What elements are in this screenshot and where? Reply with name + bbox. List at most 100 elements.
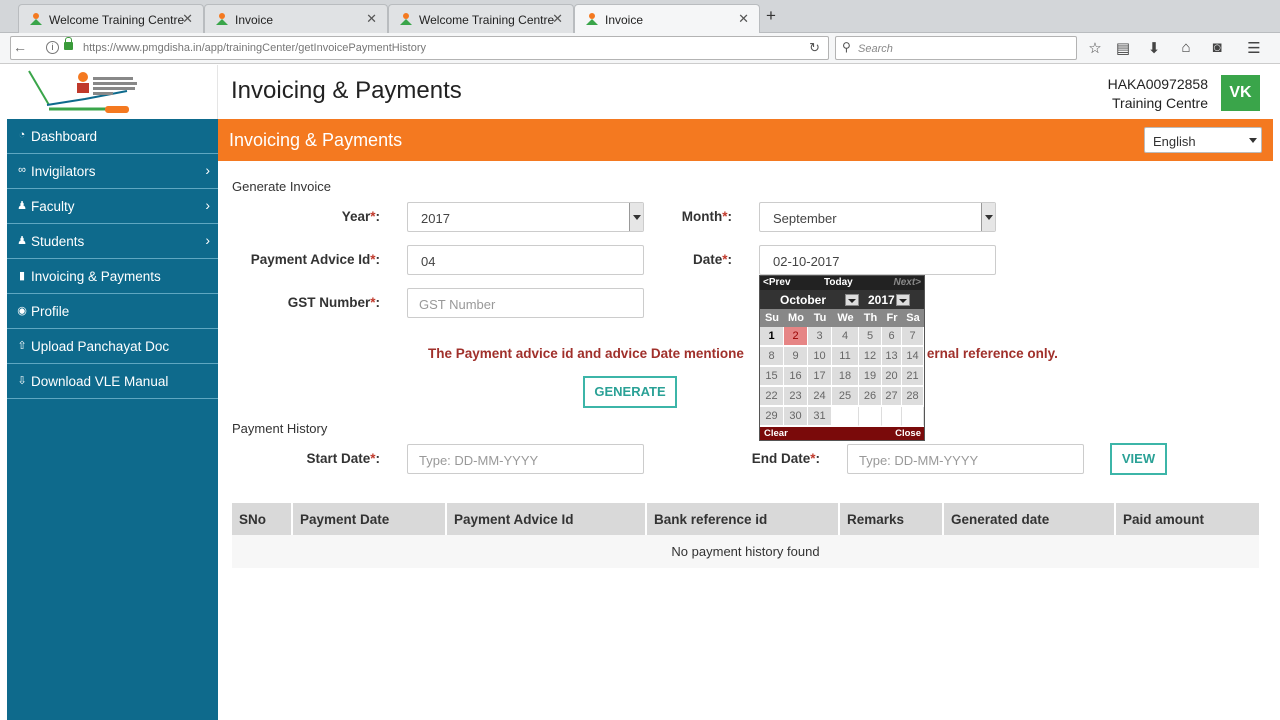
- start-date-input[interactable]: Type: DD-MM-YYYY: [407, 444, 644, 474]
- search-icon: ⚲: [842, 40, 851, 54]
- gst-number-label: GST Number*:: [287, 295, 380, 310]
- view-button[interactable]: VIEW: [1110, 443, 1167, 475]
- payment-advice-id-input[interactable]: 04: [407, 245, 644, 275]
- column-header[interactable]: Remarks: [840, 503, 944, 535]
- reading-list-icon[interactable]: ▤: [1113, 39, 1133, 57]
- sidebar-item-invigilators[interactable]: ∞ Invigilators ›: [7, 154, 218, 189]
- menu-icon[interactable]: ☰: [1244, 39, 1264, 57]
- calendar-day[interactable]: 3: [808, 327, 832, 346]
- download-arrow-icon[interactable]: ⬇: [1144, 39, 1164, 57]
- calendar-day[interactable]: 30: [784, 407, 808, 426]
- language-select[interactable]: English: [1144, 127, 1262, 153]
- gst-number-input[interactable]: GST Number: [407, 288, 644, 318]
- dropdown-arrow-icon[interactable]: [981, 203, 995, 231]
- browser-tab-active[interactable]: Invoice ✕: [574, 4, 760, 34]
- close-tab-icon[interactable]: ✕: [182, 11, 193, 27]
- calendar-day[interactable]: 6: [882, 327, 902, 346]
- clear-date-button[interactable]: Clear: [764, 428, 788, 439]
- sidebar-item-invoicing-payments[interactable]: ▮ Invoicing & Payments: [7, 259, 218, 294]
- calendar-day[interactable]: 1: [760, 327, 784, 346]
- calendar-day[interactable]: 9: [784, 347, 808, 366]
- column-header[interactable]: Paid amount: [1116, 503, 1259, 535]
- calendar-day[interactable]: 31: [808, 407, 832, 426]
- calendar-day[interactable]: 12: [859, 347, 882, 366]
- year-dropdown[interactable]: 2017: [868, 293, 895, 307]
- end-date-input[interactable]: Type: DD-MM-YYYY: [847, 444, 1084, 474]
- calendar-day[interactable]: 17: [808, 367, 832, 386]
- close-tab-icon[interactable]: ✕: [552, 11, 563, 27]
- close-picker-button[interactable]: Close: [895, 428, 921, 439]
- calendar-day[interactable]: 10: [808, 347, 832, 366]
- reload-icon[interactable]: ↻: [809, 40, 820, 56]
- calendar-day[interactable]: 15: [760, 367, 784, 386]
- calendar-day[interactable]: 19: [859, 367, 882, 386]
- browser-tab[interactable]: Welcome Training Centre ✕: [18, 4, 204, 33]
- sidebar-item-faculty[interactable]: ♟ Faculty ›: [7, 189, 218, 224]
- home-icon[interactable]: ⌂: [1176, 39, 1196, 56]
- month-select[interactable]: September: [759, 202, 996, 232]
- calendar-day[interactable]: 27: [882, 387, 902, 406]
- calendar-day[interactable]: 18: [832, 367, 859, 386]
- training-centre-id: HAKA00972858: [1107, 76, 1208, 92]
- url-text[interactable]: https://www.pmgdisha.in/app/trainingCent…: [83, 42, 426, 54]
- pmgdisha-logo[interactable]: [7, 65, 218, 119]
- info-icon[interactable]: i: [46, 41, 59, 54]
- calendar-day[interactable]: 24: [808, 387, 832, 406]
- calendar-day[interactable]: 20: [882, 367, 902, 386]
- browser-tab[interactable]: Welcome Training Centre ✕: [388, 4, 574, 33]
- calendar-day[interactable]: 7: [902, 327, 924, 346]
- column-header[interactable]: Generated date: [944, 503, 1116, 535]
- user-avatar[interactable]: VK: [1221, 75, 1260, 111]
- site-favicon-icon: [400, 13, 412, 25]
- calendar-day[interactable]: 16: [784, 367, 808, 386]
- calendar-day[interactable]: 22: [760, 387, 784, 406]
- dropdown-arrow-icon[interactable]: [629, 203, 643, 231]
- column-header[interactable]: Payment Date: [293, 503, 447, 535]
- pocket-icon[interactable]: ◙: [1207, 39, 1227, 56]
- sidebar-item-download-vle-manual[interactable]: ⇩ Download VLE Manual: [7, 364, 218, 399]
- calendar-day[interactable]: 5: [859, 327, 882, 346]
- date-picker-nav: <Prev Today Next>: [760, 276, 924, 290]
- calendar-day[interactable]: 2: [784, 327, 808, 346]
- calendar-day[interactable]: 11: [832, 347, 859, 366]
- column-header[interactable]: Payment Advice Id: [447, 503, 647, 535]
- browser-search-input[interactable]: ⚲ Search: [835, 36, 1077, 60]
- calendar-day[interactable]: 8: [760, 347, 784, 366]
- sidebar-item-students[interactable]: ♟ Students ›: [7, 224, 218, 259]
- bookmark-star-icon[interactable]: ☆: [1085, 39, 1105, 57]
- generate-button[interactable]: GENERATE: [583, 376, 677, 408]
- date-input[interactable]: 02-10-2017: [759, 245, 996, 275]
- calendar-day[interactable]: 14: [902, 347, 924, 366]
- page-header: Invoicing & Payments HAKA00972858 Traini…: [7, 65, 1273, 119]
- calendar-day[interactable]: 26: [859, 387, 882, 406]
- column-header[interactable]: SNo: [232, 503, 293, 535]
- month-label: Month*:: [681, 209, 732, 224]
- chevron-down-icon[interactable]: [896, 294, 910, 306]
- chevron-down-icon[interactable]: [845, 294, 859, 306]
- back-icon[interactable]: ←: [13, 39, 27, 55]
- sidebar-item-upload-panchayat-doc[interactable]: ⇧ Upload Panchayat Doc: [7, 329, 218, 364]
- date-label: Date*:: [692, 252, 732, 267]
- new-tab-icon[interactable]: +: [766, 6, 776, 26]
- month-dropdown[interactable]: October: [780, 293, 826, 307]
- sidebar-item-dashboard[interactable]: ◔ Dashboard: [7, 119, 218, 154]
- calendar-day[interactable]: 4: [832, 327, 859, 346]
- calendar-day[interactable]: 29: [760, 407, 784, 426]
- year-select[interactable]: 2017: [407, 202, 644, 232]
- column-header[interactable]: Bank reference id: [647, 503, 840, 535]
- close-tab-icon[interactable]: ✕: [366, 11, 377, 27]
- calendar-day[interactable]: 21: [902, 367, 924, 386]
- calendar-day[interactable]: 23: [784, 387, 808, 406]
- sidebar-item-profile[interactable]: ◉ Profile: [7, 294, 218, 329]
- binoculars-icon: ∞: [18, 164, 26, 176]
- year-label: Year*:: [341, 209, 380, 224]
- close-tab-icon[interactable]: ✕: [738, 11, 749, 27]
- prev-month-button[interactable]: <Prev: [763, 277, 791, 288]
- browser-tab[interactable]: Invoice ✕: [204, 4, 388, 33]
- address-bar[interactable]: ← i https://www.pmgdisha.in/app/training…: [10, 36, 829, 60]
- calendar-day[interactable]: 25: [832, 387, 859, 406]
- calendar-day[interactable]: 28: [902, 387, 924, 406]
- calendar-day[interactable]: 13: [882, 347, 902, 366]
- next-month-button[interactable]: Next>: [893, 277, 921, 288]
- today-button[interactable]: Today: [824, 277, 853, 288]
